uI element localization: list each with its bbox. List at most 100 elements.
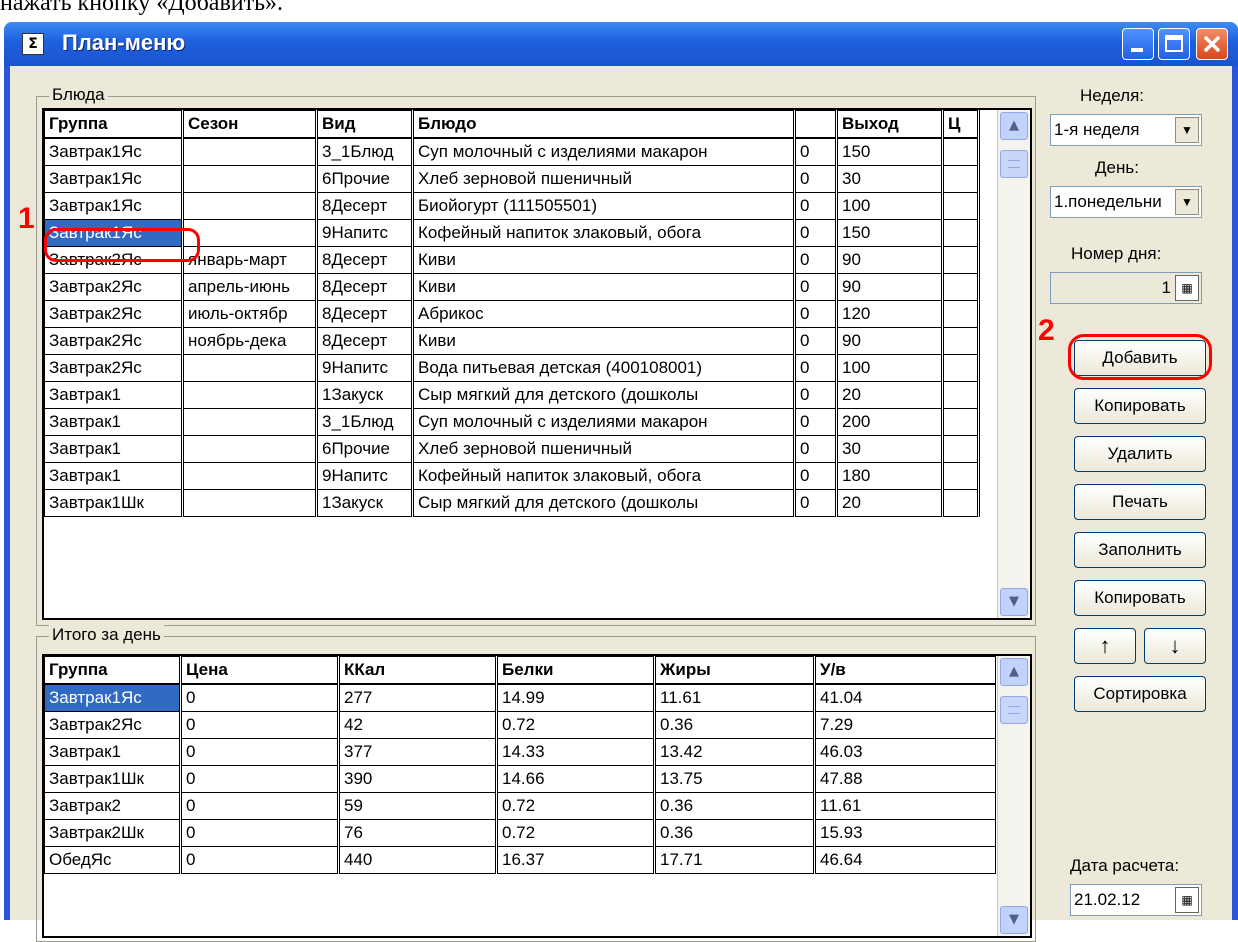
table-cell[interactable]: 8Десерт (316, 300, 414, 328)
table-cell[interactable] (942, 327, 980, 355)
table-cell[interactable]: Завтрак1Шк (44, 489, 184, 517)
table-cell[interactable]: Завтрак1 (44, 381, 184, 409)
table-cell[interactable]: Киви (412, 246, 796, 274)
table-cell[interactable]: 30 (836, 165, 944, 193)
day-number-field[interactable]: 1 ▦ (1050, 272, 1202, 304)
table-row[interactable]: Завтрак1 6Прочие Хлеб зерновой пшеничный 0 3… (44, 435, 980, 463)
table-cell[interactable]: 277 (338, 683, 498, 712)
table-row[interactable]: Завтрак2Шк 0 76 0.72 0.36 15.93 (44, 819, 998, 847)
table-cell[interactable]: Завтрак1Яс (44, 192, 184, 220)
move-up-button[interactable]: ↑ (1074, 628, 1136, 664)
table-cell[interactable]: 3_1Блюд (316, 408, 414, 436)
column-header[interactable]: Группа (44, 110, 184, 139)
table-row[interactable]: Завтрак1Шк 0 390 14.66 13.75 47.88 (44, 765, 998, 793)
table-cell[interactable]: Завтрак1Шк (44, 765, 182, 793)
table-cell[interactable] (942, 381, 980, 409)
table-cell[interactable]: 0 (794, 408, 838, 436)
table-cell[interactable]: 0 (794, 300, 838, 328)
table-cell[interactable]: 14.99 (496, 683, 656, 712)
table-cell[interactable]: Хлеб зерновой пшеничный (412, 165, 796, 193)
table-cell[interactable] (942, 462, 980, 490)
table-row[interactable]: Завтрак1Яс 0 277 14.99 11.61 41.04 (44, 683, 998, 712)
table-cell[interactable]: 8Десерт (316, 327, 414, 355)
table-cell[interactable] (182, 489, 318, 517)
table-cell[interactable]: 390 (338, 765, 498, 793)
table-cell[interactable] (182, 462, 318, 490)
table-cell[interactable]: Завтрак2Яс (44, 327, 184, 355)
table-cell[interactable]: 0 (794, 435, 838, 463)
table-cell[interactable]: 46.03 (814, 738, 998, 766)
table-cell[interactable]: 0.72 (496, 711, 656, 739)
copy-day-button[interactable]: Копировать (1074, 580, 1206, 616)
table-cell[interactable] (182, 137, 318, 166)
table-row[interactable]: Завтрак2Яс ноябрь-дека 8Десерт Киви 0 90 (44, 327, 980, 355)
table-cell[interactable]: Завтрак2 (44, 792, 182, 820)
chevron-down-icon[interactable]: ▼ (1175, 189, 1199, 215)
table-cell[interactable]: 100 (836, 354, 944, 382)
table-cell[interactable]: Завтрак2Яс (44, 711, 182, 739)
table-row[interactable]: ОбедЯс 0 440 16.37 17.71 46.64 (44, 846, 998, 874)
copy-button[interactable]: Копировать (1074, 388, 1206, 424)
table-cell[interactable]: Вода питьевая детская (400108001) (412, 354, 796, 382)
calendar-icon[interactable]: ▦ (1175, 887, 1199, 913)
table-row[interactable]: Завтрак2Яс апрель-июнь 8Десерт Киви 0 90 (44, 273, 980, 301)
table-cell[interactable]: 150 (836, 137, 944, 166)
table-row[interactable]: Завтрак2 0 59 0.72 0.36 11.61 (44, 792, 998, 820)
table-cell[interactable] (942, 435, 980, 463)
table-cell[interactable]: 0 (180, 792, 340, 820)
table-cell[interactable]: Кофейный напиток злаковый, обога (412, 462, 796, 490)
table-cell[interactable]: Завтрак2Яс (44, 354, 184, 382)
table-cell[interactable] (942, 165, 980, 193)
table-cell[interactable]: Завтрак1 (44, 738, 182, 766)
table-cell[interactable]: 8Десерт (316, 192, 414, 220)
move-down-button[interactable]: ↓ (1144, 628, 1206, 664)
table-cell[interactable]: 377 (338, 738, 498, 766)
table-cell[interactable]: 41.04 (814, 683, 998, 712)
table-cell[interactable]: 9Напитс (316, 219, 414, 247)
table-cell[interactable]: 0 (794, 462, 838, 490)
calc-date-field[interactable]: 21.02.12 ▦ (1070, 884, 1202, 916)
table-cell[interactable]: 120 (836, 300, 944, 328)
sort-button[interactable]: Сортировка (1074, 676, 1206, 712)
table-cell[interactable]: 0 (180, 738, 340, 766)
table-row[interactable]: Завтрак1Яс 8Десерт Биойогурт (111505501) 0 1… (44, 192, 980, 220)
column-header[interactable]: ККал (338, 656, 498, 685)
table-cell[interactable]: 6Прочие (316, 435, 414, 463)
table-cell[interactable]: 17.71 (654, 846, 816, 874)
table-cell[interactable]: апрель-июнь (182, 273, 318, 301)
maximize-button[interactable] (1158, 28, 1190, 60)
table-cell[interactable]: 0.72 (496, 819, 656, 847)
table-cell[interactable] (942, 354, 980, 382)
column-header[interactable]: Блюдо (412, 110, 796, 139)
table-cell[interactable] (942, 489, 980, 517)
table-row[interactable]: Завтрак1Шк 1Закуск Сыр мягкий для детского… (44, 489, 980, 517)
scroll-down-icon[interactable]: ▼ (1000, 906, 1028, 934)
table-cell[interactable]: январь-март (182, 246, 318, 274)
table-cell[interactable]: 14.33 (496, 738, 656, 766)
table-cell[interactable]: Завтрак1Яс (44, 683, 182, 712)
totals-grid[interactable]: Группа Цена ККал Белки Жиры У/в Завтрак1Яс 0 27… (42, 654, 1032, 938)
table-cell[interactable] (182, 381, 318, 409)
table-cell[interactable]: 0 (180, 819, 340, 847)
table-cell[interactable]: 30 (836, 435, 944, 463)
table-cell[interactable]: Киви (412, 327, 796, 355)
table-cell[interactable]: 59 (338, 792, 498, 820)
table-cell[interactable]: 0 (794, 354, 838, 382)
table-cell[interactable]: 3_1Блюд (316, 137, 414, 166)
minimize-button[interactable] (1122, 28, 1154, 60)
scroll-thumb[interactable] (1000, 150, 1028, 178)
table-cell[interactable]: Киви (412, 273, 796, 301)
week-select[interactable]: 1-я неделя ▼ (1050, 114, 1202, 146)
column-header[interactable]: Вид (316, 110, 414, 139)
table-cell[interactable]: Суп молочный с изделиями макарон (412, 137, 796, 166)
scroll-down-icon[interactable]: ▼ (1000, 588, 1028, 616)
table-cell[interactable]: 20 (836, 381, 944, 409)
table-cell[interactable]: 0 (180, 846, 340, 874)
dishes-scrollbar[interactable]: ▲ ▼ (997, 110, 1030, 618)
table-row[interactable]: Завтрак1Яс 6Прочие Хлеб зерновой пшеничный… (44, 165, 980, 193)
table-cell[interactable]: 0.72 (496, 792, 656, 820)
column-header[interactable]: Цена (180, 656, 340, 685)
scroll-up-icon[interactable]: ▲ (1000, 112, 1028, 140)
title-bar[interactable]: Σ План-меню (4, 22, 1238, 66)
table-cell[interactable] (942, 300, 980, 328)
